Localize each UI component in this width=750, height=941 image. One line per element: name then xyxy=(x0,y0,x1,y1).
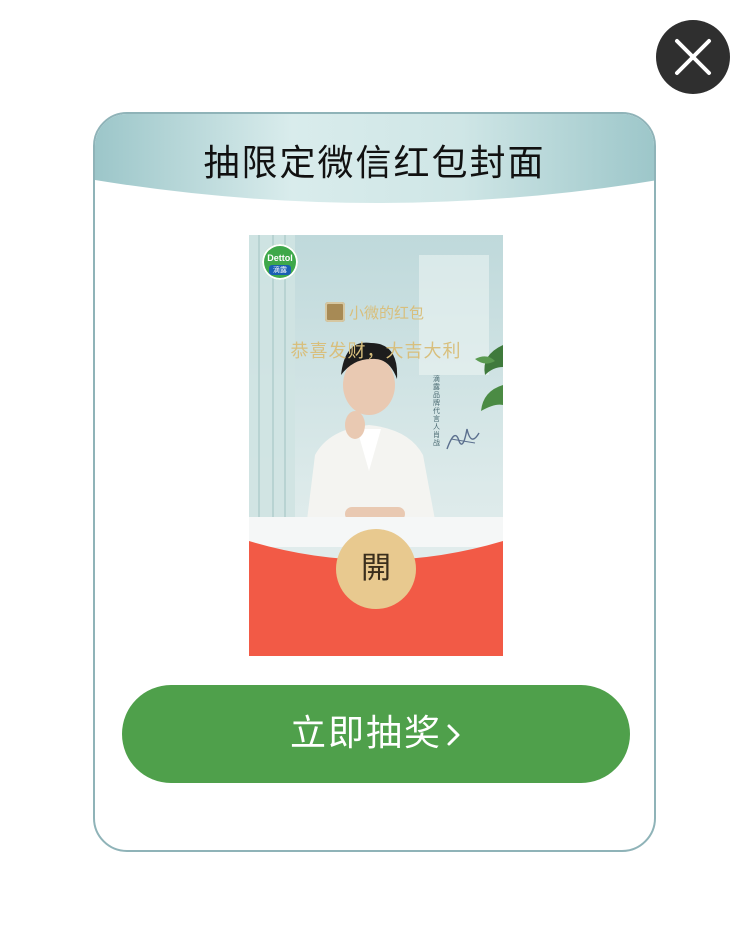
sender-name: 小微的红包 xyxy=(349,303,425,322)
endorsement-text: 滴露品牌代言人 肖战 xyxy=(433,375,440,447)
modal-header: 抽限定微信红包封面 xyxy=(95,114,654,210)
open-envelope-button[interactable]: 開 xyxy=(336,529,416,609)
modal-title: 抽限定微信红包封面 xyxy=(203,143,546,184)
close-button[interactable] xyxy=(656,20,730,94)
sender-avatar xyxy=(325,302,345,322)
draw-lottery-label: 立即抽奖 xyxy=(289,713,442,754)
sender: 小微的红包 xyxy=(325,301,424,323)
signature-icon xyxy=(446,428,480,450)
greeting-text: 恭喜发财，大吉大利 xyxy=(290,341,462,362)
red-envelope-cover-preview: Dettol 滴露 小微的红包 恭喜发财，大吉大利 滴露品牌代言人 肖战 開 xyxy=(249,235,503,656)
chevron-right-icon xyxy=(447,724,460,746)
lottery-modal: 抽限定微信红包封面 Dettol 滴露 小微的红包 恭喜发财，大吉大利 滴露品牌… xyxy=(93,112,656,852)
dettol-logo: Dettol 滴露 xyxy=(262,244,298,280)
close-icon xyxy=(675,39,711,75)
draw-lottery-button[interactable]: 立即抽奖 xyxy=(122,685,630,783)
